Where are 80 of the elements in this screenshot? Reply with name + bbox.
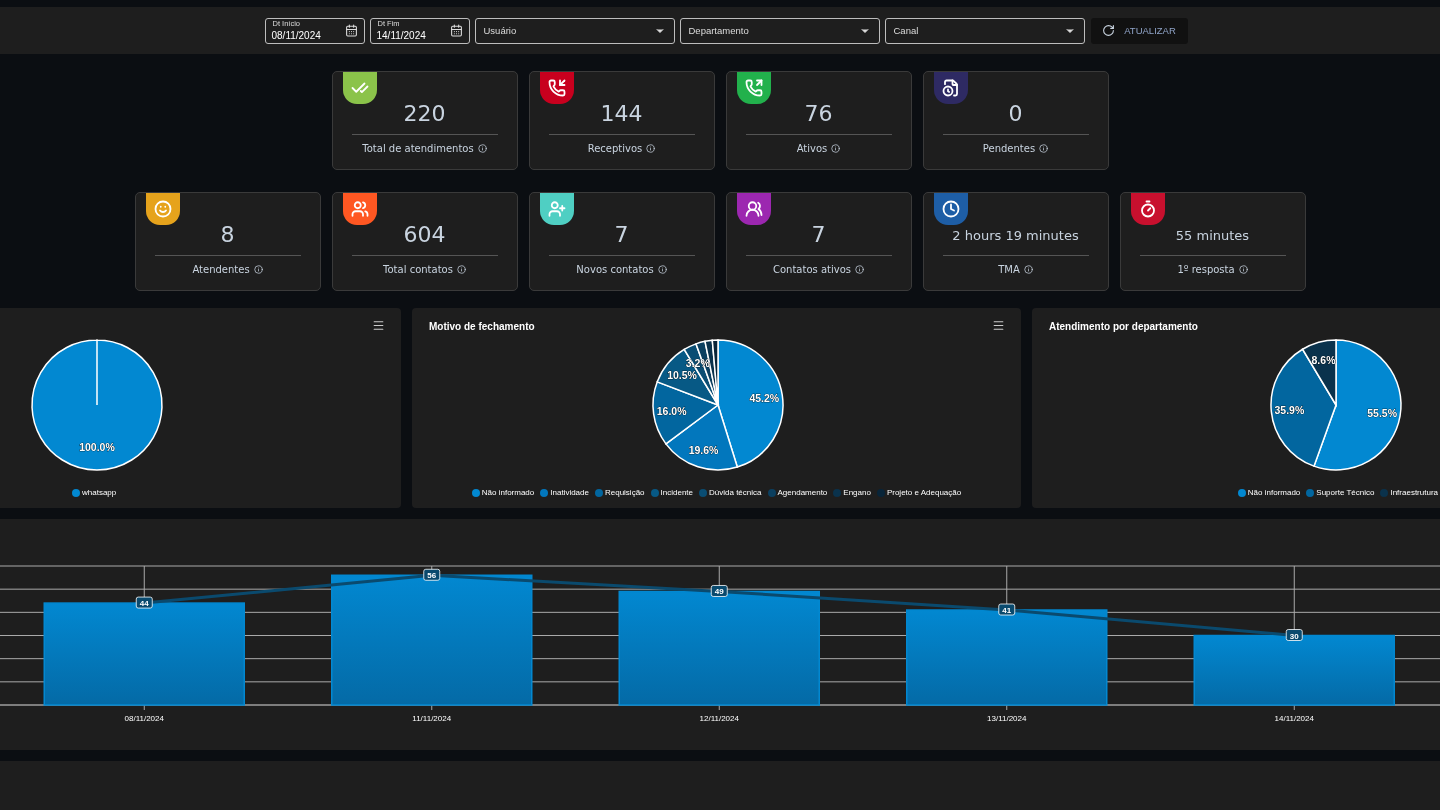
stat-label: Receptivos [587, 143, 643, 154]
info-icon[interactable] [456, 265, 466, 274]
data-label: 35.9% [1274, 403, 1305, 416]
date-value: 08/11/2024 [271, 30, 322, 41]
axis-label: 11/11/2024 [412, 714, 452, 723]
data-label: 19.6% [688, 443, 719, 456]
info-icon[interactable] [253, 265, 263, 274]
data-label: 56 [427, 571, 437, 581]
stat-label: Ativos [796, 143, 828, 154]
stat-value: 2 hours 19 minutes [952, 229, 1079, 245]
data-label: 55.5% [1367, 407, 1397, 420]
select-field[interactable]: Departamento [679, 17, 880, 44]
info-icon[interactable] [657, 265, 667, 274]
axis-label: 12/11/2024 [699, 714, 739, 723]
stat-value: 144 [600, 103, 643, 128]
info-icon[interactable] [1039, 144, 1049, 153]
legend-label[interactable]: Inatividade [550, 488, 589, 497]
calendar-icon[interactable] [449, 24, 463, 37]
select-placeholder: Usuário [483, 25, 517, 36]
refresh-icon [1102, 24, 1116, 37]
axis-label: 08/11/2024 [124, 714, 164, 723]
info-icon[interactable] [831, 144, 841, 153]
axis-label: 14/11/2024 [1274, 714, 1314, 723]
data-label: 100.0% [79, 441, 115, 454]
stat-value: 76 [804, 103, 833, 128]
axis-label: 13/11/2024 [987, 714, 1027, 723]
stat-value: 55 minutes [1175, 229, 1250, 245]
legend-label[interactable]: Dúvida técnica [709, 488, 762, 497]
data-label: 44 [139, 599, 150, 609]
legend-label[interactable]: Engano [843, 488, 871, 497]
chart-title: Motivo de fechamento [429, 321, 535, 332]
legend-label[interactable]: Incidente [660, 488, 693, 497]
stat-value: 8 [220, 224, 235, 249]
stat-label: 1º resposta [1177, 264, 1235, 275]
legend-label[interactable]: Infraestrutura [1390, 488, 1438, 497]
stat-value: 0 [1008, 103, 1023, 128]
stat-value: 7 [614, 224, 629, 249]
stat-value: 220 [403, 103, 446, 128]
refresh-button[interactable]: ATUALIZAR [1090, 17, 1188, 44]
legend-label[interactable]: Não informado [1247, 488, 1301, 497]
stat-label: TMA [998, 264, 1020, 275]
legend-label[interactable]: Requisição [604, 488, 645, 497]
select-placeholder: Departamento [688, 25, 749, 36]
select-field[interactable]: Canal [884, 17, 1085, 44]
select-field[interactable]: Usuário [474, 17, 675, 44]
info-icon[interactable] [477, 144, 487, 153]
calendar-icon[interactable] [344, 24, 358, 37]
data-label: 30 [1285, 629, 1303, 641]
data-label: 44 [135, 596, 153, 609]
info-icon[interactable] [1023, 265, 1033, 274]
legend-label[interactable]: Projeto e Adequação [886, 488, 962, 497]
legend-label[interactable]: Não informado [481, 488, 535, 497]
data-label: 49 [710, 585, 728, 597]
data-label: 56 [423, 568, 441, 581]
stat-label: Atendentes [192, 264, 250, 275]
legend-label[interactable]: whatsapp [82, 488, 117, 497]
stat-label: Novos contatos [576, 264, 654, 275]
chart-title: Atendimento por departamento [1049, 321, 1198, 332]
data-label: 16.0% [656, 405, 687, 418]
legend-label[interactable]: Agendamento [777, 488, 828, 497]
legend-label[interactable]: Suporte Técnico [1316, 488, 1375, 497]
info-icon[interactable] [646, 144, 656, 153]
stat-label: Total contatos [383, 264, 453, 275]
stat-value: 7 [811, 224, 826, 249]
data-label: 45.2% [749, 391, 780, 404]
data-label: 41 [1002, 606, 1012, 616]
stat-value: 604 [403, 224, 446, 249]
stat-label: Pendentes [982, 143, 1036, 154]
info-icon[interactable] [855, 265, 864, 274]
stat-label: Contatos ativos [773, 264, 851, 275]
data-label: 10.5% [667, 369, 697, 382]
select-placeholder: Canal [893, 25, 919, 36]
info-icon[interactable] [1238, 265, 1248, 274]
stat-label: Total de atendimentos [362, 143, 474, 154]
menu-button[interactable] [372, 319, 385, 332]
data-label: 41 [998, 603, 1016, 616]
date-value: 14/11/2024 [376, 30, 427, 41]
menu-button[interactable] [992, 319, 1005, 332]
data-label: 49 [714, 587, 725, 597]
data-label: 30 [1289, 631, 1300, 641]
